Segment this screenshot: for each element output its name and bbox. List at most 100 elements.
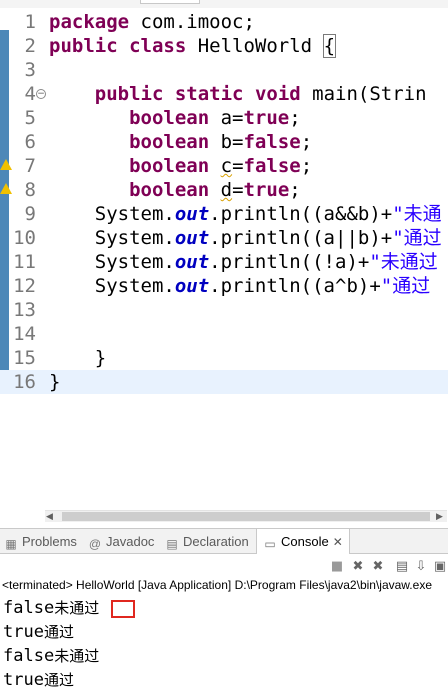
string-token: "未通过 (369, 251, 438, 273)
code-line[interactable]: 10 System.out.println((a||b)+"通过 (0, 226, 448, 250)
code-token: .println((a^b)+ (209, 275, 381, 297)
pin-console-icon[interactable]: ▣ (432, 559, 448, 575)
tab-label: Problems (22, 534, 77, 549)
code-line[interactable]: 4− public static void main(Strin (0, 82, 448, 106)
code-token: System. (49, 275, 175, 297)
output-value: true (3, 670, 44, 690)
line-number: 3 (24, 59, 36, 81)
code-line[interactable]: 2 public class HelloWorld { (0, 34, 448, 58)
line-number: 13 (13, 299, 36, 321)
annotation-highlight-box (111, 600, 135, 618)
code-line[interactable]: 11 System.out.println((!a)+"未通过 (0, 250, 448, 274)
field-token: out (174, 251, 210, 273)
code-text: System.out.println((!a)+"未通过 (49, 250, 438, 274)
field-token: out (174, 275, 210, 297)
code-token: .println((!a)+ (209, 251, 370, 273)
keyword-token: boolean (129, 179, 210, 201)
scroll-lock-icon[interactable]: ⇩ (413, 559, 429, 575)
string-token: "未通 (392, 203, 442, 225)
code-line[interactable]: 5 boolean a=true; (0, 106, 448, 130)
keyword-token: boolean (129, 131, 210, 153)
tab-console[interactable]: ▭ Console ✕ (256, 529, 350, 554)
code-editor[interactable]: 1 package com.imooc; 2 public class HelloWo… (0, 8, 448, 518)
tab-javadoc[interactable]: @ Javadoc (88, 529, 155, 554)
code-line[interactable]: 15 } (0, 346, 448, 370)
warning-icon[interactable] (0, 183, 12, 195)
problems-icon: ▦ (5, 537, 17, 551)
string-token: "通过 (380, 275, 431, 297)
code-line[interactable]: 8 boolean d=true; (0, 178, 448, 202)
code-token: a= (209, 107, 244, 129)
console-output-line: false未通过 (3, 644, 99, 668)
tab-label: Javadoc (106, 534, 155, 549)
code-line[interactable]: 6 boolean b=false; (0, 130, 448, 154)
code-token: = (232, 179, 244, 201)
code-token: com.imooc; (129, 11, 255, 33)
line-number: 15 (13, 347, 36, 369)
code-token: ; (289, 107, 301, 129)
console-toolbar: ■ ✖ ✖ ▤ ⇩ ▣ (0, 555, 448, 577)
code-line[interactable]: 1 package com.imooc; (0, 10, 448, 34)
tab-problems[interactable]: ▦ Problems (4, 529, 77, 554)
scroll-right-icon[interactable]: ▶ (436, 512, 443, 522)
code-line[interactable]: 13 (0, 298, 448, 322)
keyword-token: false (243, 155, 301, 177)
line-number: 8 (24, 179, 36, 201)
output-text: 通过 (43, 671, 74, 689)
code-token: ; (300, 131, 313, 153)
line-number: 2 (24, 35, 36, 57)
field-token: out (174, 203, 210, 225)
code-line[interactable]: 7 boolean c=false; (0, 154, 448, 178)
warning-icon[interactable] (0, 159, 12, 171)
code-text: System.out.println((a||b)+"通过 (49, 226, 442, 250)
field-token: out (174, 227, 210, 249)
code-line[interactable]: 12 System.out.println((a^b)+"通过 (0, 274, 448, 298)
scroll-thumb[interactable] (62, 512, 430, 521)
code-line[interactable]: 3 (0, 58, 448, 82)
code-text: System.out.println((a&&b)+"未通 (49, 202, 442, 226)
process-label: <terminated> HelloWorld [Java Applicatio… (2, 578, 432, 592)
fold-collapse-icon[interactable]: − (36, 89, 46, 99)
remove-all-icon[interactable]: ✖ (370, 559, 386, 575)
editor-horizontal-scrollbar[interactable]: ◀ ▶ (0, 506, 448, 526)
code-text: boolean d=true; (49, 178, 301, 202)
code-line[interactable]: 9 System.out.println((a&&b)+"未通 (0, 202, 448, 226)
code-token: } (49, 347, 107, 369)
code-token: b= (209, 131, 244, 153)
keyword-token: class (129, 35, 187, 57)
output-value: true (3, 622, 44, 642)
code-token: ; (289, 179, 301, 201)
keyword-token: public (94, 83, 164, 105)
tab-declaration[interactable]: ▤ Declaration (165, 529, 249, 554)
keyword-token: static (174, 83, 244, 105)
line-number: 12 (13, 275, 36, 297)
code-text: boolean b=false; (49, 130, 312, 154)
matched-brace-token: { (322, 34, 337, 58)
remove-launch-icon[interactable]: ✖ (350, 559, 366, 575)
editor-tab-stub[interactable] (140, 0, 200, 4)
tab-label: Declaration (183, 534, 249, 549)
declaration-icon: ▤ (166, 537, 178, 551)
close-icon[interactable]: ✕ (333, 535, 343, 549)
code-line[interactable]: 16} (0, 370, 448, 394)
line-number: 1 (24, 11, 36, 33)
code-token: main(Strin (300, 83, 427, 105)
clear-console-icon[interactable]: ▤ (394, 559, 410, 575)
javadoc-icon: @ (88, 537, 102, 551)
line-number: 4 (24, 83, 36, 105)
code-text: boolean c=false; (49, 154, 312, 178)
output-value: false (3, 598, 55, 618)
code-line[interactable]: 14 (0, 322, 448, 346)
code-text: } (49, 370, 60, 394)
line-number: 6 (24, 131, 36, 153)
terminate-icon[interactable]: ■ (329, 559, 345, 575)
scroll-left-icon[interactable]: ◀ (46, 512, 53, 522)
output-text: 未通过 (54, 647, 100, 665)
code-text: boolean a=true; (49, 106, 301, 130)
output-text: 未通过 (54, 599, 100, 617)
